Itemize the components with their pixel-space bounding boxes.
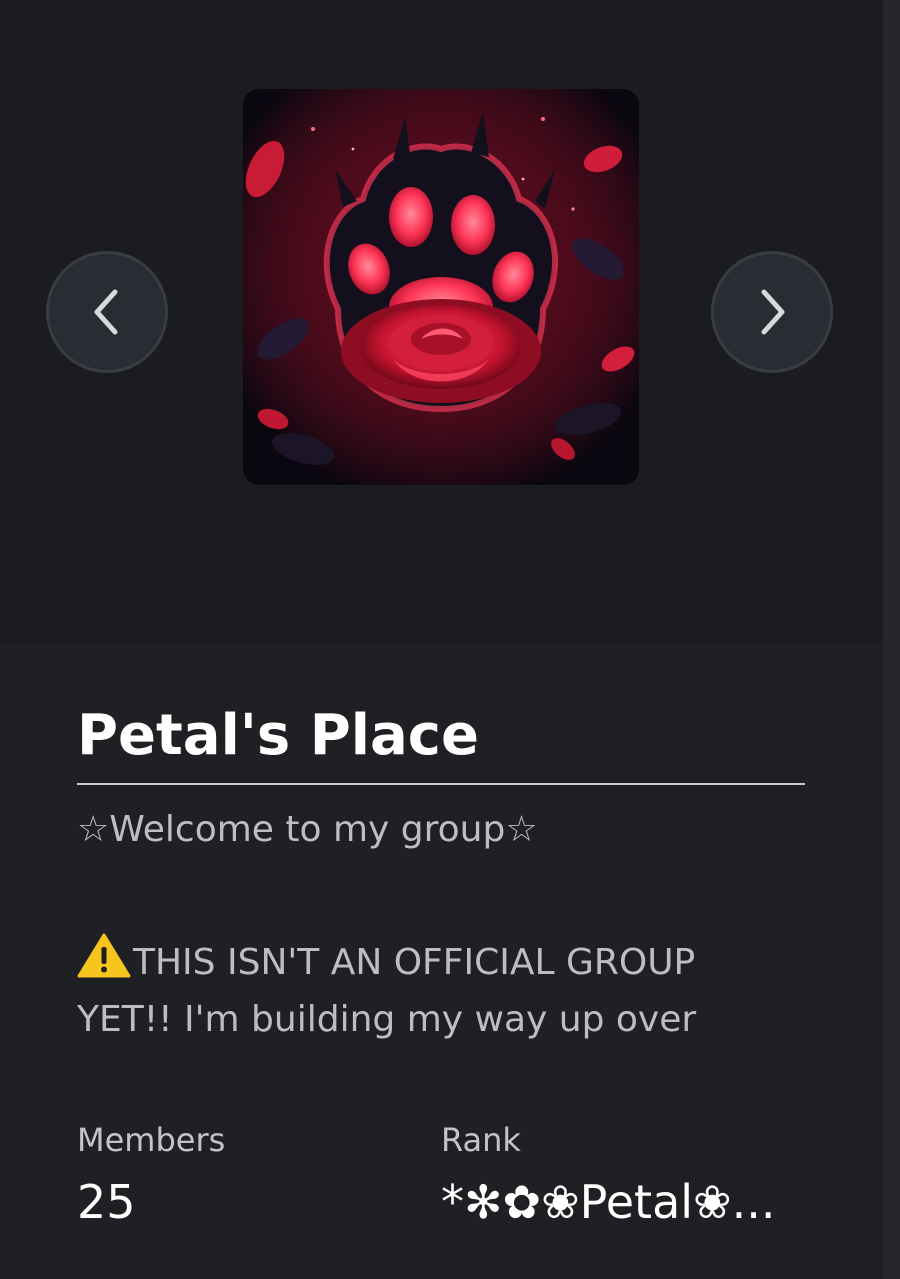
group-name: Petal's Place (77, 703, 479, 768)
paw-rose-emblem-icon (243, 89, 639, 485)
thumbnail-carousel (0, 0, 883, 642)
next-thumbnail-button[interactable] (711, 251, 833, 373)
title-divider (77, 783, 805, 785)
group-page: Petal's Place ☆Welcome to my group☆ THIS… (0, 0, 900, 1279)
rank-label: Rank (441, 1121, 521, 1159)
rank-value: *✻✿❀Petal❀... (441, 1175, 776, 1229)
previous-thumbnail-button[interactable] (46, 251, 168, 373)
members-count: 25 (77, 1175, 136, 1229)
warning-text: THIS ISN'T AN OFFICIAL GROUP (133, 942, 696, 983)
group-description-line-2: THIS ISN'T AN OFFICIAL GROUP (77, 932, 695, 987)
group-description-line-3: YET!! I'm building my way up over (77, 999, 697, 1040)
page-scrollbar[interactable] (883, 0, 900, 1279)
chevron-left-icon (94, 289, 118, 335)
chevron-right-icon (761, 289, 785, 335)
members-label: Members (77, 1121, 226, 1159)
warning-icon (77, 933, 131, 978)
group-description-line-1: ☆Welcome to my group☆ (77, 809, 538, 850)
group-thumbnail (243, 89, 639, 485)
